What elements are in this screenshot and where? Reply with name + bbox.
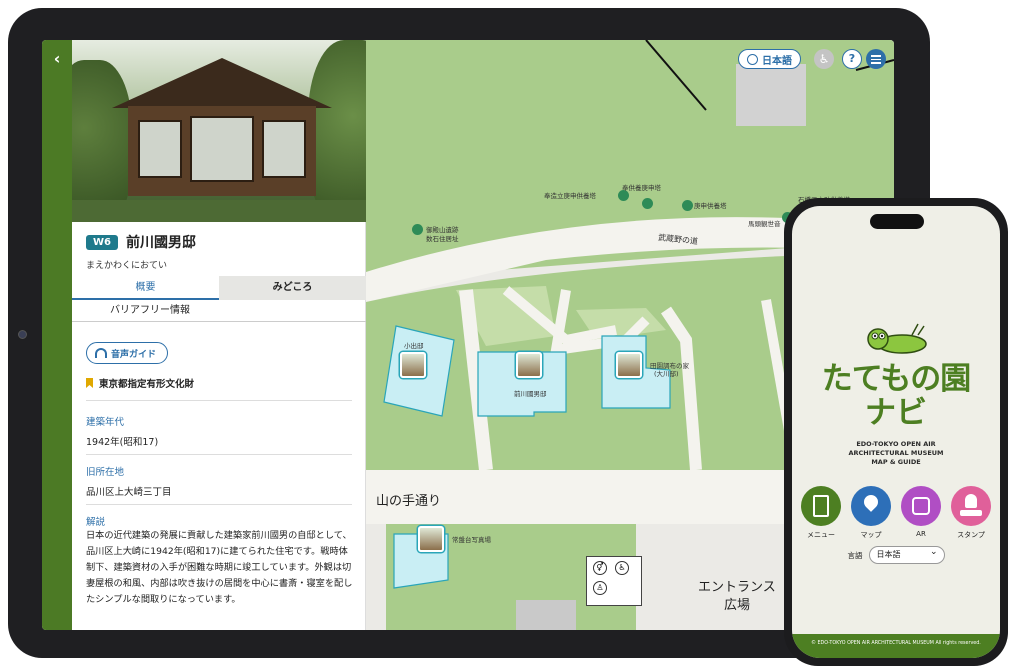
app-subtitle: EDO-TOKYO OPEN AIR ARCHITECTURAL MUSEUM … xyxy=(792,440,1000,467)
subtitle-line: ARCHITECTURAL MUSEUM xyxy=(848,449,944,457)
poi-label: 庚申供養塔 xyxy=(694,202,727,210)
audio-guide-label: 音声ガイド xyxy=(111,349,157,360)
year-value: 1942年(昭和17) xyxy=(86,437,159,448)
description-label: 解説 xyxy=(86,517,106,528)
designation-row: 東京都指定有形文化財 xyxy=(86,376,194,390)
baby-icon: ♙ xyxy=(593,581,607,595)
ar-label: AR xyxy=(916,530,926,538)
building-thumbnail-maekawa[interactable] xyxy=(516,352,542,378)
location-label: 旧所在地 xyxy=(86,467,125,478)
facility-icons: ⚥ ♿ ♙ xyxy=(586,556,642,606)
list-icon xyxy=(801,486,841,526)
divider xyxy=(86,504,352,505)
subtitle-line: EDO-TOKYO OPEN AIR xyxy=(856,440,936,448)
app-title: たてもの園 xyxy=(821,361,971,397)
sidebar-strip: ‹ xyxy=(42,40,72,630)
menu-label: メニュー xyxy=(807,531,835,539)
divider xyxy=(86,400,352,401)
wheelchair-icon: ♿ xyxy=(615,561,629,575)
tab-highlights[interactable]: みどころ xyxy=(219,276,366,300)
wheelchair-icon[interactable]: ♿ xyxy=(814,49,834,69)
language-row: 言語 日本語 xyxy=(792,544,1000,564)
phone-screen: たてもの園 ナビ EDO-TOKYO OPEN AIR ARCHITECTURA… xyxy=(792,206,1000,658)
building-thumbnail-tokiwadai[interactable] xyxy=(418,526,444,552)
language-select[interactable]: 日本語 xyxy=(868,544,945,564)
poi-label: 数石住居址 xyxy=(426,235,459,243)
poi-label: 馬頭観世音 xyxy=(748,220,781,228)
stamp-button[interactable]: スタンプ xyxy=(947,486,995,540)
description-text: 日本の近代建築の発展に貢献した建築家前川國男の自邸として、品川区上大崎に1942… xyxy=(86,530,353,605)
bookmark-icon xyxy=(86,378,93,388)
map-icon xyxy=(851,486,891,526)
building-label: (大川邸) xyxy=(654,370,679,378)
poi-label: 奉供養庚申塔 xyxy=(622,184,661,192)
app-title-line2: ナビ xyxy=(865,395,927,431)
poi-marker-icon[interactable] xyxy=(682,200,693,211)
back-chevron-icon[interactable]: ‹ xyxy=(48,50,66,68)
poi-marker-icon[interactable] xyxy=(642,198,653,209)
divider xyxy=(86,454,352,455)
ar-button[interactable]: AR xyxy=(897,486,945,540)
dynamic-island xyxy=(870,214,924,229)
building-label: 常盤台写真場 xyxy=(452,536,491,544)
caterpillar-mascot-icon xyxy=(867,323,927,354)
headphone-icon xyxy=(95,348,107,358)
year-label: 建築年代 xyxy=(86,417,125,428)
building-thumbnail-koide[interactable] xyxy=(400,352,426,378)
poi-label: 奉造立庚申供養塔 xyxy=(544,192,596,200)
street-label: 山の手通り xyxy=(376,494,442,509)
device-mockup: ‹ W6 前川國男邸 まえかわくにおてい 概要 みどころ バリアフリー情報 音声… xyxy=(0,0,1010,670)
language-button[interactable]: 日本語 xyxy=(738,49,801,69)
building-title-row: W6 前川國男邸 xyxy=(86,232,196,252)
camera-icon xyxy=(18,330,27,339)
copyright-footer: © EDO-TOKYO OPEN AIR ARCHITECTURAL MUSEU… xyxy=(792,634,1000,658)
map-button[interactable]: マップ xyxy=(847,486,895,540)
subtitle-line: MAP & GUIDE xyxy=(871,458,921,466)
language-row-label: 言語 xyxy=(847,550,863,560)
building-code-badge: W6 xyxy=(86,234,118,250)
designation-text: 東京都指定有形文化財 xyxy=(99,379,195,390)
building-label: 前川國男邸 xyxy=(514,390,547,398)
map-label: マップ xyxy=(860,531,882,539)
plaza-label: 広場 xyxy=(724,598,751,613)
building-reading: まえかわくにおてい xyxy=(86,261,168,271)
building-thumbnail-ookawa[interactable] xyxy=(616,352,642,378)
restroom-icon: ⚥ xyxy=(593,561,607,575)
ar-camera-icon xyxy=(901,486,941,526)
language-label: 日本語 xyxy=(762,55,792,67)
main-menu: メニュー マップ AR スタンプ xyxy=(796,486,996,540)
phone-device: たてもの園 ナビ EDO-TOKYO OPEN AIR ARCHITECTURA… xyxy=(784,198,1008,666)
building-label: 小出邸 xyxy=(404,342,424,350)
globe-icon xyxy=(747,53,758,65)
tab-accessibility[interactable]: バリアフリー情報 xyxy=(72,300,366,322)
tab-accessibility-label: バリアフリー情報 xyxy=(110,305,190,316)
stamp-icon xyxy=(951,486,991,526)
hamburger-menu-icon[interactable] xyxy=(866,49,886,69)
help-icon[interactable]: ? xyxy=(842,49,862,69)
building-photo xyxy=(72,40,366,222)
tablet-screen: ‹ W6 前川國男邸 まえかわくにおてい 概要 みどころ バリアフリー情報 音声… xyxy=(42,40,894,630)
location-value: 品川区上大崎三丁目 xyxy=(86,487,172,498)
tab-overview[interactable]: 概要 xyxy=(72,276,219,300)
building-detail-panel: W6 前川國男邸 まえかわくにおてい 概要 みどころ バリアフリー情報 音声ガイ… xyxy=(72,40,366,630)
detail-tabs: 概要 みどころ xyxy=(72,276,366,300)
stamp-label: スタンプ xyxy=(957,531,985,539)
building-name: 前川國男邸 xyxy=(126,235,196,251)
plaza-label: エントランス xyxy=(698,580,776,595)
poi-marker-icon[interactable] xyxy=(412,224,423,235)
menu-button[interactable]: メニュー xyxy=(797,486,845,540)
audio-guide-button[interactable]: 音声ガイド xyxy=(86,342,168,364)
